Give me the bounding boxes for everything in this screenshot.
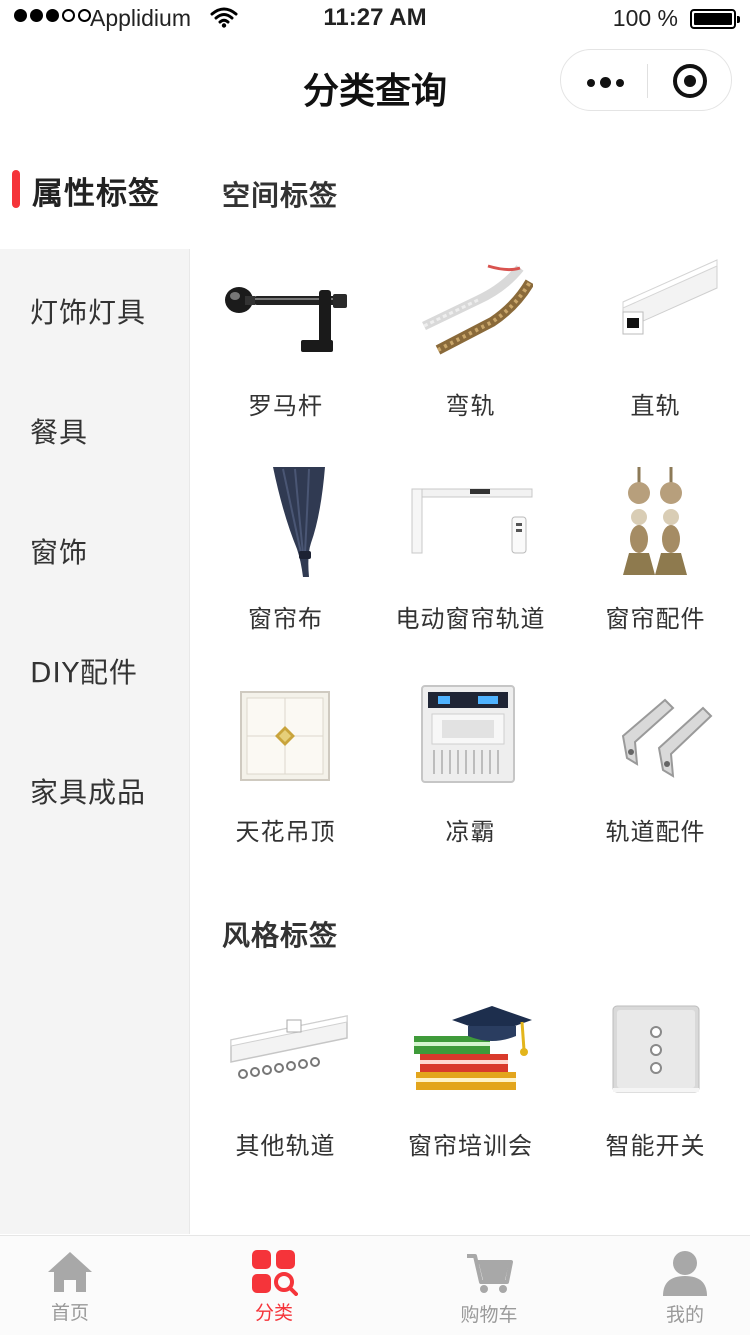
tab-label: 我的 [665, 1304, 704, 1326]
status-bar: Applidium 11:27 AM 100 % [0, 0, 750, 40]
section-title-style: 风格标签 [222, 919, 339, 952]
battery-icon [690, 9, 740, 29]
category-label: 轨道配件 [605, 818, 706, 846]
category-tile-curtain-training[interactable]: 窗帘培训会 [378, 992, 563, 1192]
tab-category[interactable]: 分类 [199, 1236, 349, 1335]
category-tile-curtain-fabric[interactable]: 窗帘布 [193, 465, 378, 665]
category-label: 窗帘培训会 [408, 1132, 533, 1160]
tab-label: 首页 [50, 1302, 89, 1324]
category-label: 智能开关 [605, 1132, 706, 1160]
active-indicator [12, 170, 20, 208]
tab-cart[interactable]: 购物车 [414, 1236, 564, 1335]
ceiling-fan-icon [408, 678, 533, 808]
close-mini-program-icon[interactable] [673, 64, 707, 98]
category-tile-smart-switch[interactable]: 智能开关 [563, 992, 748, 1192]
category-tile-other-track[interactable]: 其他轨道 [193, 992, 378, 1192]
user-icon [661, 1248, 709, 1296]
category-tile-curved-track[interactable]: 弯轨 [378, 252, 563, 452]
category-label: 罗马杆 [248, 392, 323, 420]
training-books-icon [408, 992, 533, 1122]
tab-label: 购物车 [460, 1304, 518, 1326]
category-tile-ceiling-fan[interactable]: 凉霸 [378, 678, 563, 878]
category-tile-curtain-accessories[interactable]: 窗帘配件 [563, 465, 748, 665]
bottom-tab-bar: 首页 分类 购物车 我的 [0, 1235, 750, 1335]
section-title-space: 空间标签 [222, 179, 339, 212]
mini-program-capsule [560, 49, 732, 111]
sidebar-item-diy-parts[interactable]: DIY配件 [30, 651, 138, 691]
tassel-icon [593, 465, 718, 595]
cart-icon [465, 1248, 513, 1296]
category-label: 电动窗帘轨道 [395, 605, 546, 633]
category-icon [250, 1248, 298, 1296]
category-sidebar: 灯饰灯具 餐具 窗饰 DIY配件 家具成品 [0, 249, 190, 1234]
category-label: 窗帘布 [248, 605, 323, 633]
battery-percent: 100 % [612, 5, 678, 31]
tab-profile[interactable]: 我的 [610, 1236, 750, 1335]
sidebar-item-window-decor[interactable]: 窗饰 [30, 531, 88, 571]
category-label: 直轨 [630, 392, 681, 420]
category-label: 弯轨 [445, 392, 496, 420]
category-label: 凉霸 [445, 818, 496, 846]
category-tile-roman-rod[interactable]: 罗马杆 [193, 252, 378, 452]
ceiling-panel-icon [223, 678, 348, 808]
track-rail-icon [223, 992, 348, 1122]
category-label: 天花吊顶 [235, 818, 336, 846]
category-tile-ceiling[interactable]: 天花吊顶 [193, 678, 378, 878]
category-tile-electric-track[interactable]: 电动窗帘轨道 [378, 465, 563, 665]
more-options-icon[interactable] [587, 77, 624, 88]
sidebar-item-lighting[interactable]: 灯饰灯具 [30, 291, 146, 331]
straight-track-icon [593, 252, 718, 382]
curtain-rod-icon [223, 252, 348, 382]
tab-label: 分类 [254, 1302, 293, 1324]
capsule-divider [647, 64, 648, 98]
category-tile-track-accessories[interactable]: 轨道配件 [563, 678, 748, 878]
electric-track-icon [408, 465, 533, 595]
curtain-fabric-icon [223, 465, 348, 595]
category-tile-straight-track[interactable]: 直轨 [563, 252, 748, 452]
category-label: 窗帘配件 [605, 605, 706, 633]
smart-switch-icon [593, 992, 718, 1122]
sidebar-header: 属性标签 [0, 168, 190, 212]
home-icon [46, 1248, 94, 1296]
track-bracket-icon [593, 678, 718, 808]
category-label: 其他轨道 [235, 1132, 336, 1160]
tab-home[interactable]: 首页 [0, 1236, 145, 1335]
curved-track-icon [408, 252, 535, 382]
sidebar-item-tableware[interactable]: 餐具 [30, 411, 88, 451]
sidebar-header-label: 属性标签 [32, 176, 160, 212]
sidebar-item-furniture[interactable]: 家具成品 [30, 771, 146, 811]
